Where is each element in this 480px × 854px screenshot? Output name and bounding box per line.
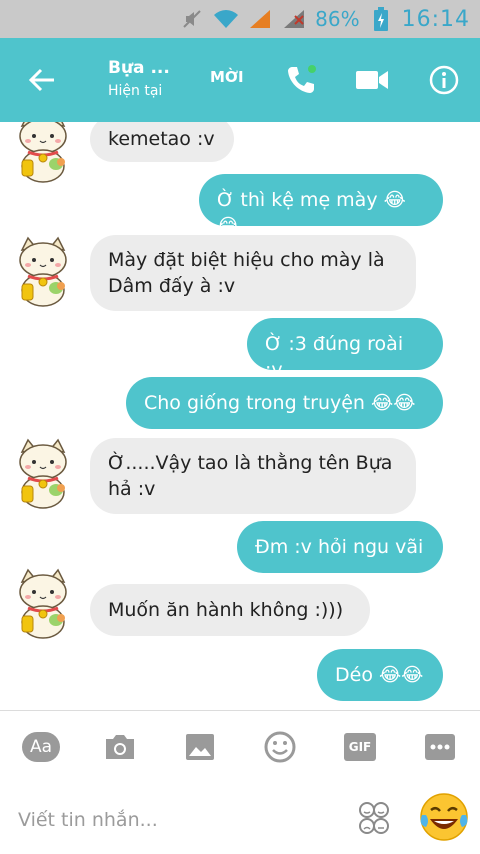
gif-label: GIF: [348, 740, 372, 754]
message-text: Déo 😂😂: [335, 664, 424, 686]
message-bubble-incoming[interactable]: Mày đặt biệt hiệu cho mày là Dâm đấy à :…: [90, 235, 416, 311]
gif-icon: GIF: [344, 733, 376, 761]
lucky-cat-avatar-icon: [19, 236, 67, 307]
text-format-button[interactable]: Aa: [21, 727, 61, 767]
composer: [0, 781, 480, 854]
more-options-button[interactable]: [420, 727, 460, 767]
back-button[interactable]: [0, 38, 84, 122]
message-bubble-outgoing[interactable]: Ờ thì kệ mẹ mày 😂😂: [199, 174, 443, 237]
chat-header: Bựa ... Hiện tại MỜI: [0, 38, 480, 122]
camera-icon: [106, 735, 134, 759]
smiley-icon: [264, 731, 296, 763]
contact-avatar[interactable]: [14, 438, 72, 510]
message-bubble-outgoing[interactable]: Cho giống trong truyện 😂😂: [126, 377, 443, 429]
message-bubble-incoming[interactable]: Muốn ăn hành không :))): [90, 584, 370, 636]
message-bubble-outgoing[interactable]: Déo 😂😂: [317, 649, 443, 701]
camera-button[interactable]: [100, 727, 140, 767]
laughing-tears-emoji-icon: [420, 793, 468, 841]
message-text: Đm :v hỏi ngu vãi: [255, 536, 424, 558]
conversation-title[interactable]: Bựa ... Hiện tại: [108, 58, 170, 99]
contact-avatar[interactable]: [14, 122, 72, 184]
photo-button[interactable]: [180, 727, 220, 767]
signal-no-sim-icon: [281, 7, 307, 31]
message-list[interactable]: kemetao :v Ờ thì kệ mẹ mày 😂😂 Mày đặt bi…: [0, 122, 480, 710]
message-text-line: hả :v: [108, 478, 156, 500]
emoji-button[interactable]: [260, 727, 300, 767]
status-time: 16:14: [401, 6, 470, 32]
message-text-line: Ờ.....Vậy tao là thằng tên Bựa: [108, 452, 393, 474]
battery-charging-icon: [368, 7, 394, 31]
message-text-line: Dâm đấy à :v: [108, 275, 236, 297]
message-text-line: Mày đặt biệt hiệu cho mày là: [108, 249, 385, 271]
message-bubble-incoming[interactable]: kemetao :v: [90, 122, 234, 162]
video-call-button[interactable]: [354, 62, 390, 98]
sticker-faces-icon: [359, 802, 389, 834]
battery-percent: 86%: [315, 7, 360, 31]
contact-avatar[interactable]: [14, 236, 72, 308]
lucky-cat-avatar-icon: [19, 438, 67, 509]
invite-button[interactable]: MỜI: [210, 68, 244, 86]
message-input[interactable]: [18, 805, 338, 835]
active-status: Hiện tại: [108, 83, 163, 99]
back-arrow-icon: [29, 68, 54, 92]
message-text: kemetao :v: [108, 128, 215, 150]
contact-name: Bựa ...: [108, 58, 170, 78]
video-camera-icon: [356, 71, 388, 89]
phone-icon: [288, 65, 316, 93]
wifi-icon: [213, 7, 239, 31]
call-button[interactable]: [283, 62, 319, 98]
lucky-cat-avatar-icon: [19, 122, 67, 183]
info-button[interactable]: [426, 62, 462, 98]
quick-reaction-button[interactable]: [418, 791, 470, 843]
sticker-button[interactable]: [358, 801, 390, 835]
image-icon: [186, 734, 214, 760]
contact-avatar[interactable]: [14, 568, 72, 640]
signal-icon: [247, 7, 273, 31]
text-icon: Aa: [22, 732, 60, 762]
info-icon: [429, 65, 459, 95]
message-bubble-incoming[interactable]: Ờ.....Vậy tao là thằng tên Bựa hả :v: [90, 438, 416, 514]
status-bar: 86% 16:14: [0, 0, 480, 38]
message-text: Ờ :3 đúng roài :v: [265, 333, 404, 381]
aa-label: Aa: [29, 737, 53, 757]
message-text: Cho giống trong truyện 😂😂: [144, 392, 416, 414]
lucky-cat-avatar-icon: [19, 568, 67, 639]
message-bubble-outgoing[interactable]: Đm :v hỏi ngu vãi: [237, 521, 443, 573]
composer-toolbar: Aa GIF: [0, 711, 480, 781]
mute-icon: [179, 7, 205, 31]
message-text: Ờ thì kệ mẹ mày 😂😂: [217, 189, 406, 237]
message-bubble-outgoing[interactable]: Ờ :3 đúng roài :v: [247, 318, 443, 381]
message-text: Muốn ăn hành không :))): [108, 599, 344, 621]
gif-button[interactable]: GIF: [340, 727, 380, 767]
more-icon: [425, 734, 455, 760]
